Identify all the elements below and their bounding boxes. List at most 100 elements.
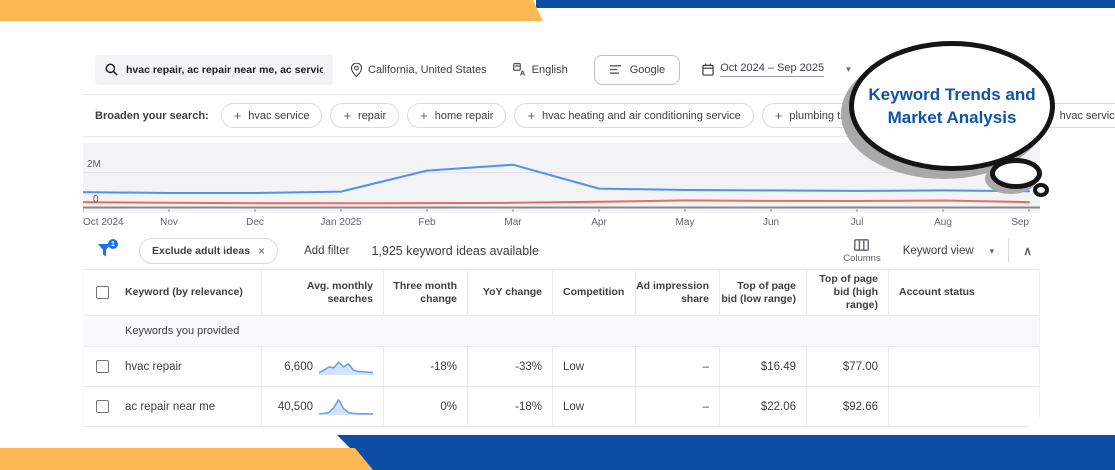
broaden-chip-label: hvac heating and air conditioning servic… (542, 110, 741, 122)
language-label: English (532, 64, 568, 76)
callout-line2: Market Analysis (888, 106, 1017, 129)
x-axis-label: Jan 2025 (320, 217, 361, 228)
svg-text:A: A (519, 68, 525, 76)
cell-top-bid-low: $22.06 (719, 387, 806, 426)
cell-top-bid-high: $77.00 (806, 347, 888, 386)
keyword-text: hvac repair (125, 361, 182, 373)
x-axis-label: Nov (160, 217, 178, 228)
broaden-chip[interactable]: + hvac heating and air conditioning servi… (514, 103, 753, 128)
keyword-view-dropdown[interactable]: Keyword view ▾ (903, 245, 994, 257)
callout-bubble: Keyword Trends and Market Analysis (849, 41, 1055, 171)
filter-funnel-icon[interactable]: 1 (97, 243, 113, 259)
location-pin-icon (351, 63, 362, 77)
header-avg-monthly-searches: Avg. monthly searches (261, 270, 383, 315)
language-selector[interactable]: A English (513, 63, 568, 76)
add-filter-button[interactable]: Add filter (304, 245, 349, 257)
cell-keyword: ac repair near me (84, 387, 261, 426)
keyword-ideas-table: Keyword (by relevance) Avg. monthly sear… (83, 269, 1040, 427)
cell-ad-impression-share: – (635, 387, 719, 426)
cell-three-month-change: -18% (383, 347, 467, 386)
close-icon[interactable]: × (258, 244, 265, 258)
header-competition: Competition (552, 270, 635, 315)
divider (1008, 239, 1009, 263)
cell-yoy-change: -18% (467, 387, 552, 426)
keyword-text: ac repair near me (125, 401, 215, 413)
bottom-frame-orange-bar (0, 448, 373, 470)
y-axis-label-0: 0 (93, 194, 99, 205)
keyword-search-input[interactable]: hvac repair, ac repair near me, ac servi… (95, 55, 333, 85)
table-row[interactable]: hvac repair 6,600 -18% -33% Low – $16.49… (84, 347, 1039, 387)
callout-bubble-dot-small (1033, 183, 1049, 197)
cell-three-month-change: 0% (383, 387, 467, 426)
header-three-month-change: Three month change (383, 270, 467, 315)
x-axis-label: Dec (246, 217, 264, 228)
cell-avg-monthly-searches: 6,600 (261, 347, 383, 386)
x-axis-label: Jul (851, 217, 864, 228)
date-range-selector[interactable]: Oct 2024 – Sep 2025 ▾ (702, 62, 851, 77)
row-checkbox[interactable] (96, 360, 109, 373)
network-label: Google (630, 64, 665, 76)
header-top-bid-high: Top of page bid (high range) (806, 270, 888, 315)
columns-label: Columns (843, 253, 881, 264)
exclude-adult-ideas-chip[interactable]: Exclude adult ideas × (139, 238, 278, 264)
plus-icon: + (343, 109, 351, 122)
broaden-chip-label: hvac service (248, 110, 309, 122)
filter-bar-right: Columns Keyword view ▾ ∧ (843, 239, 1040, 264)
x-axis-label: Aug (934, 217, 952, 228)
cell-keyword: hvac repair (84, 347, 261, 386)
broaden-chip-label: repair (358, 110, 386, 122)
section-keywords-you-provided: Keywords you provided (84, 316, 1039, 347)
x-axis-label: Jun (763, 217, 779, 228)
select-all-checkbox[interactable] (96, 286, 109, 299)
cell-top-bid-low: $16.49 (719, 347, 806, 386)
chevron-down-icon[interactable]: ▾ (846, 64, 851, 75)
date-range-label: Oct 2024 – Sep 2025 (720, 62, 824, 77)
broaden-chip[interactable]: + repair (330, 103, 399, 128)
network-selector[interactable]: Google (594, 55, 680, 85)
columns-icon (854, 239, 869, 251)
y-axis-label-2m: 2M (87, 159, 101, 170)
keyword-ideas-count: 1,925 keyword ideas available (371, 244, 538, 258)
x-axis-label: Apr (591, 217, 607, 228)
header-ad-impression-share: Ad impression share (635, 270, 719, 315)
broaden-chip-label: hvac service near me (1060, 110, 1115, 122)
callout-line1: Keyword Trends and (868, 83, 1035, 106)
row-checkbox[interactable] (96, 400, 109, 413)
plus-icon: + (775, 109, 783, 122)
x-axis-label: Sep (1011, 217, 1029, 228)
bottom-frame-blue-bar (337, 435, 1115, 470)
avg-searches-value: 6,600 (284, 361, 313, 373)
sparkline (319, 357, 373, 377)
cell-competition: Low (552, 387, 635, 426)
table-row[interactable]: ac repair near me 40,500 0% -18% Low – $… (84, 387, 1039, 427)
avg-searches-value: 40,500 (278, 401, 313, 413)
cell-top-bid-high: $92.66 (806, 387, 888, 426)
table-header-row: Keyword (by relevance) Avg. monthly sear… (84, 270, 1039, 316)
chart-x-labels: Oct 2024NovDecJan 2025FebMarAprMayJunJul… (83, 213, 1040, 233)
chevron-up-icon[interactable]: ∧ (1023, 244, 1032, 258)
cell-avg-monthly-searches: 40,500 (261, 387, 383, 426)
plus-icon: + (420, 109, 428, 122)
search-network-icon (609, 64, 622, 75)
location-label: California, United States (368, 64, 487, 76)
plus-icon: + (527, 109, 535, 122)
location-selector[interactable]: California, United States (351, 63, 487, 77)
header-keyword-label: Keyword (by relevance) (125, 286, 243, 299)
header-keyword: Keyword (by relevance) (84, 270, 261, 315)
chevron-down-icon: ▾ (990, 246, 995, 257)
header-top-bid-low: Top of page bid (low range) (719, 270, 806, 315)
broaden-chip[interactable]: + hvac service (221, 103, 323, 128)
plus-icon: + (234, 109, 242, 122)
broaden-chip[interactable]: +home repair (407, 103, 506, 128)
sparkline (319, 397, 373, 417)
header-yoy-change: YoY change (467, 270, 552, 315)
translate-icon: A (513, 63, 526, 76)
cell-competition: Low (552, 347, 635, 386)
keyword-view-label: Keyword view (903, 245, 974, 257)
broaden-search-label: Broaden your search: (95, 110, 209, 122)
cell-account-status (888, 347, 1039, 386)
columns-button[interactable]: Columns (843, 239, 881, 264)
cell-yoy-change: -33% (467, 347, 552, 386)
search-query-text: hvac repair, ac repair near me, ac servi… (126, 64, 323, 76)
calendar-icon (702, 63, 714, 76)
